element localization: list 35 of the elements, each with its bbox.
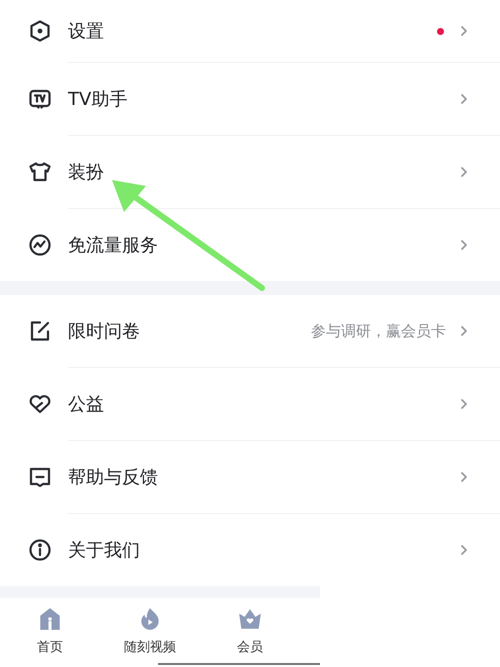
nav-tab[interactable]: 会员 xyxy=(200,606,300,666)
chevron-icon xyxy=(460,25,468,37)
edit-icon xyxy=(28,319,52,343)
menu-label: 免流量服务 xyxy=(68,234,158,257)
tv-icon xyxy=(28,87,52,111)
menu-label: 设置 xyxy=(68,20,104,43)
menu-item[interactable]: 帮助与反馈 xyxy=(68,441,500,514)
chevron-icon xyxy=(460,93,468,105)
menu-item[interactable]: 公益 xyxy=(68,368,500,441)
heart-icon xyxy=(28,392,52,416)
chevron-icon xyxy=(460,471,468,483)
menu-item[interactable]: 免流量服务 xyxy=(68,209,500,281)
nav-tab[interactable]: 首页 xyxy=(0,606,100,666)
menu-hint: 参与调研，赢会员卡 xyxy=(311,322,446,340)
info-icon xyxy=(28,538,52,562)
nav-tab[interactable]: 随刻视频 xyxy=(100,606,200,666)
menu-label: TV助手 xyxy=(68,88,128,111)
shirt-icon xyxy=(28,160,52,184)
message-icon xyxy=(28,465,52,489)
menu-label: 帮助与反馈 xyxy=(68,466,158,489)
menu-item[interactable]: 关于我们 xyxy=(68,514,500,586)
chevron-icon xyxy=(460,398,468,410)
chevron-icon xyxy=(460,239,468,251)
menu-label: 装扮 xyxy=(68,161,104,184)
menu-item[interactable]: 设置 xyxy=(68,0,500,63)
menu-item[interactable]: 限时问卷 参与调研，赢会员卡 xyxy=(68,295,500,368)
wave-icon xyxy=(28,233,52,257)
hexagon-icon xyxy=(28,19,52,43)
menu-label: 限时问卷 xyxy=(68,320,140,343)
chevron-icon xyxy=(460,166,468,178)
chevron-icon xyxy=(460,544,468,556)
menu-item[interactable]: TV助手 xyxy=(68,63,500,136)
menu-label: 公益 xyxy=(68,393,104,416)
menu-label: 关于我们 xyxy=(68,539,140,562)
chevron-icon xyxy=(460,325,468,337)
